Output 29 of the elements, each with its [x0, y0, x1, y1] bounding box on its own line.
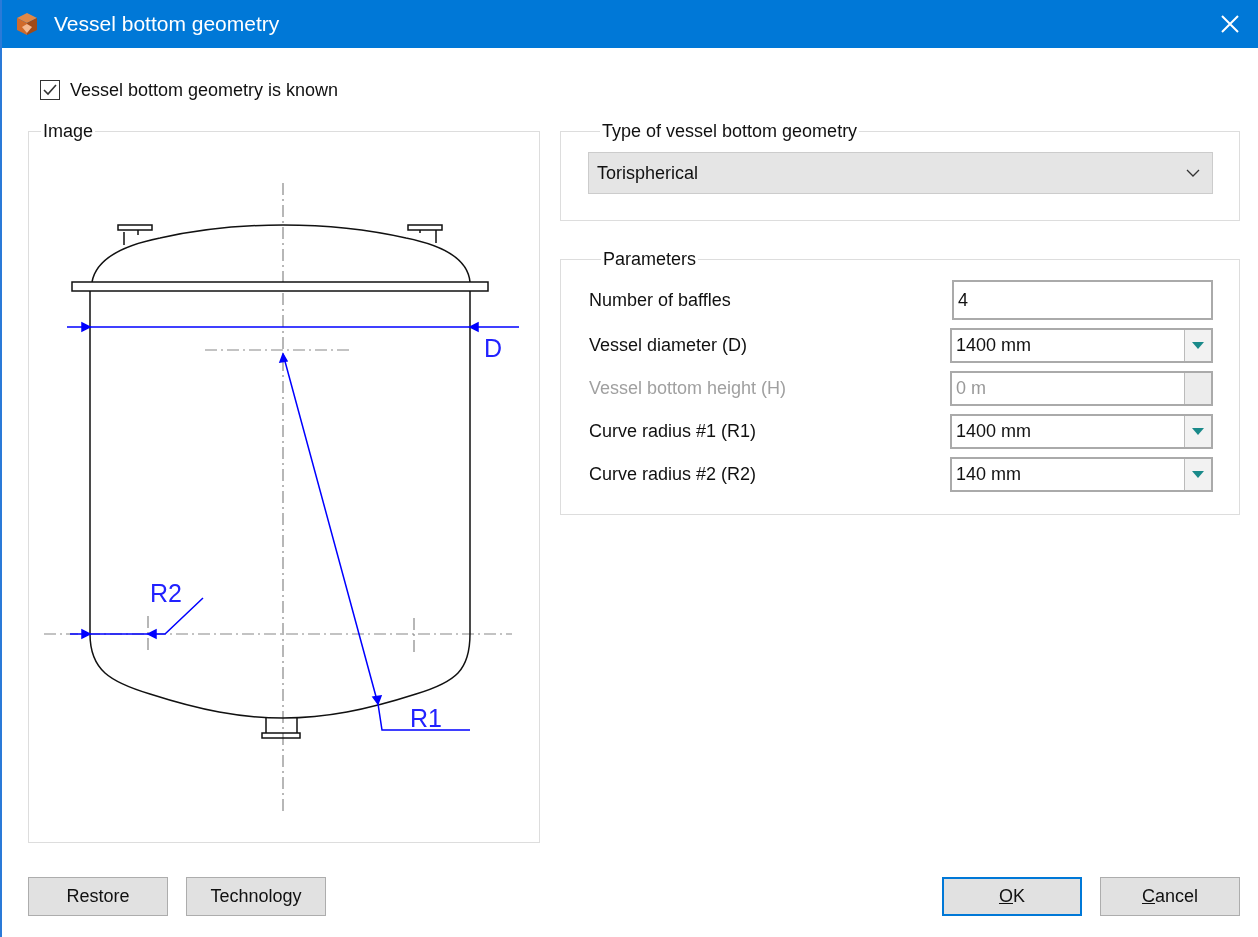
parameter-label: Vessel diameter (D)	[589, 335, 748, 356]
cube-icon	[14, 11, 40, 37]
combo-field[interactable]: 140 mm	[950, 457, 1213, 492]
group-title: Image	[42, 122, 95, 142]
parameter-label: Curve radius #1 (R1)	[589, 421, 757, 442]
close-icon[interactable]	[1220, 14, 1240, 34]
combo-field[interactable]: 1400 mm	[950, 414, 1213, 449]
window-title: Vessel bottom geometry	[54, 12, 281, 36]
dialog-button[interactable]: OK	[942, 877, 1082, 916]
checkbox[interactable]	[40, 80, 60, 100]
checkbox-label: Vessel bottom geometry is known	[70, 79, 339, 101]
dropdown-arrow-icon	[1192, 427, 1204, 436]
combo-field[interactable]: 1400 mm	[950, 328, 1213, 363]
group-title: Type of vessel bottom geometry	[601, 121, 859, 142]
dimension-label: R1	[410, 704, 442, 732]
dropdown-arrow-icon	[1192, 470, 1204, 479]
dialog-button[interactable]: Cancel	[1100, 877, 1240, 916]
parameter-label: Vessel bottom height (H)	[589, 378, 787, 399]
input-field[interactable]: 4	[952, 280, 1213, 320]
type-dropdown[interactable]: Torispherical	[588, 152, 1213, 194]
dialog-button[interactable]: Restore	[28, 877, 168, 916]
group-title: Parameters	[602, 249, 698, 270]
dialog-button[interactable]: Technology	[186, 877, 326, 916]
dimension-label: R2	[150, 579, 182, 607]
dimension-label: D	[484, 334, 503, 362]
dropdown-arrow-icon	[1192, 341, 1204, 350]
parameter-label: Curve radius #2 (R2)	[589, 464, 757, 485]
parameter-label: Number of baffles	[589, 289, 731, 311]
chevron-icon	[1186, 168, 1200, 178]
